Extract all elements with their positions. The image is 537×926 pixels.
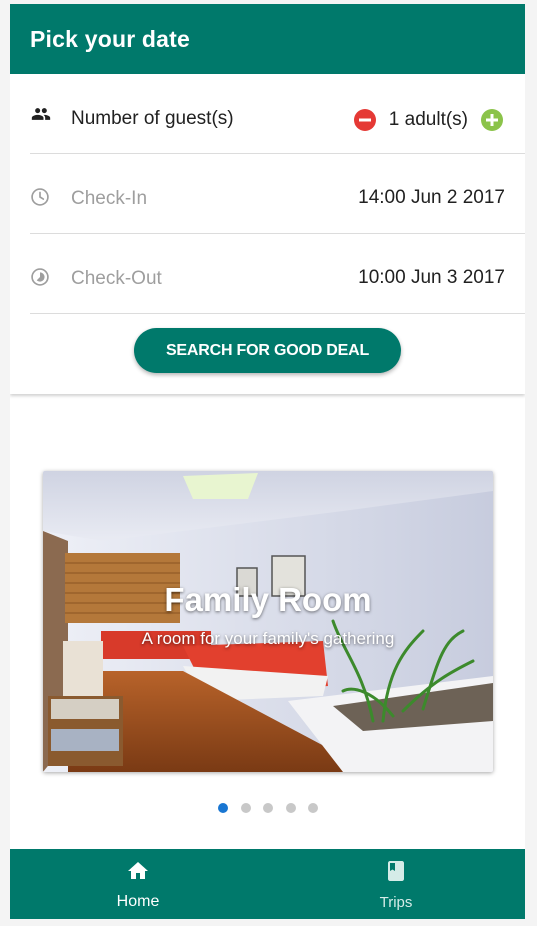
guest-count: 1 adult(s) bbox=[388, 109, 468, 130]
bottom-nav: Home Trips bbox=[10, 849, 525, 919]
checkout-row[interactable]: Check-Out 10:00 Jun 3 2017 bbox=[30, 234, 525, 314]
remove-circle-icon[interactable] bbox=[353, 109, 376, 131]
add-circle-icon[interactable] bbox=[481, 109, 503, 131]
people-icon bbox=[30, 104, 51, 124]
slide-subtitle: A room for your family's gathering bbox=[141, 629, 395, 648]
carousel-dot[interactable] bbox=[285, 803, 296, 813]
guests-label: Number of guest(s) bbox=[71, 108, 234, 129]
timelapse-icon bbox=[30, 267, 50, 287]
slide-title: Family Room bbox=[164, 581, 372, 618]
nav-item-home[interactable]: Home bbox=[78, 849, 198, 919]
room-photo bbox=[43, 471, 493, 772]
guest-stepper: 1 adult(s) bbox=[353, 108, 503, 132]
page-title: Pick your date bbox=[30, 26, 191, 52]
checkin-value[interactable]: 14:00 Jun 2 2017 bbox=[358, 187, 505, 209]
checkout-value[interactable]: 10:00 Jun 3 2017 bbox=[358, 267, 505, 289]
book-icon bbox=[384, 859, 408, 883]
home-icon bbox=[126, 859, 150, 883]
app-frame: Pick your date Number of guest(s) 1 adul… bbox=[10, 4, 525, 919]
carousel-dots bbox=[218, 803, 331, 813]
search-button[interactable]: SEARCH FOR GOOD DEAL bbox=[134, 328, 401, 373]
nav-item-trips[interactable]: Trips bbox=[336, 849, 456, 919]
checkout-label: Check-Out bbox=[71, 268, 162, 289]
clock-icon bbox=[30, 187, 50, 207]
nav-label-trips: Trips bbox=[379, 894, 413, 911]
guests-row: Number of guest(s) 1 adult(s) bbox=[30, 74, 525, 154]
carousel-dot[interactable] bbox=[240, 803, 251, 813]
checkin-row[interactable]: Check-In 14:00 Jun 2 2017 bbox=[30, 154, 525, 234]
carousel-dot[interactable] bbox=[308, 803, 318, 813]
carousel-dot[interactable] bbox=[263, 803, 273, 813]
checkin-label: Check-In bbox=[71, 188, 148, 209]
carousel-dot[interactable] bbox=[218, 803, 228, 813]
booking-form-card: Number of guest(s) 1 adult(s) Check-In 1… bbox=[10, 74, 525, 394]
room-carousel[interactable]: Family Room A room for your family's gat… bbox=[43, 471, 493, 772]
app-header: Pick your date bbox=[10, 4, 525, 74]
nav-label-home: Home bbox=[116, 893, 160, 910]
